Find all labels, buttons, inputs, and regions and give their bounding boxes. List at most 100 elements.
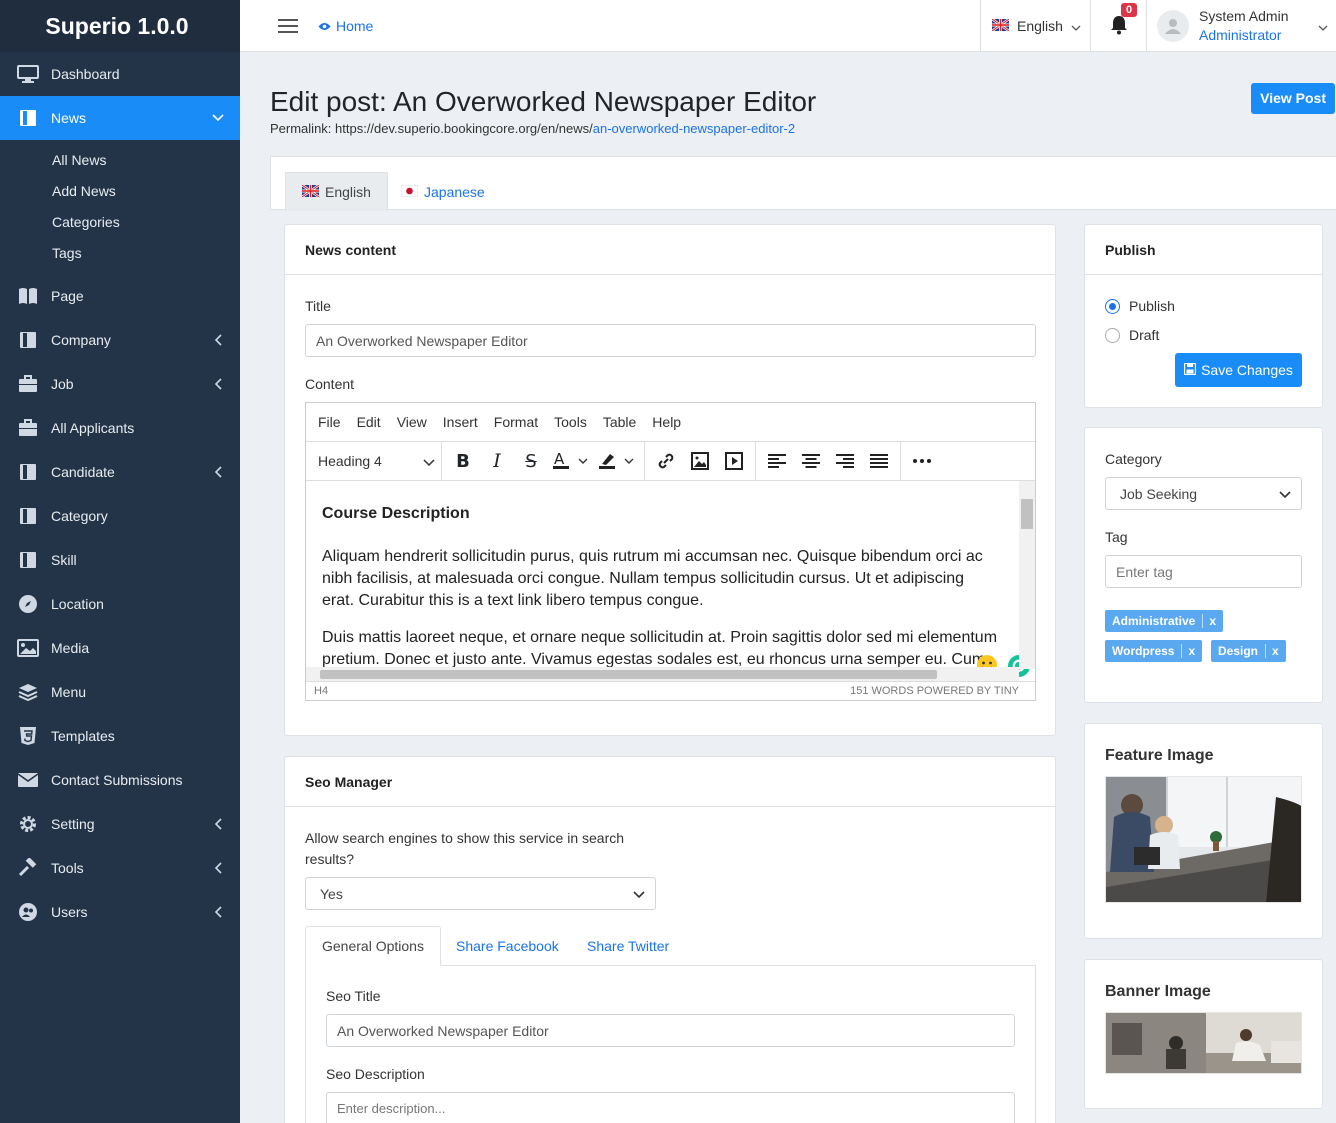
bold-icon[interactable]: B xyxy=(446,444,480,478)
strikethrough-icon[interactable]: S xyxy=(514,444,548,478)
bell-icon xyxy=(1109,15,1129,38)
user-menu[interactable]: System Admin Administrator xyxy=(1146,0,1336,52)
tag-label: Tag xyxy=(1105,529,1128,545)
home-link[interactable]: Home xyxy=(318,18,373,34)
editor-horizontal-scrollbar[interactable] xyxy=(306,667,1019,681)
hamburger-menu-icon[interactable] xyxy=(278,18,298,33)
seo-description-input[interactable]: Enter description... xyxy=(326,1092,1015,1123)
element-path[interactable]: H4 xyxy=(314,685,328,697)
tab-share-facebook[interactable]: Share Facebook xyxy=(440,926,575,966)
editor-menu-tools[interactable]: Tools xyxy=(554,414,587,430)
align-justify-icon[interactable] xyxy=(862,444,896,478)
permalink-slug-link[interactable]: an-overworked-newspaper-editor-2 xyxy=(593,121,795,136)
editor-menu-insert[interactable]: Insert xyxy=(443,414,478,430)
sidebar-item-media[interactable]: Media xyxy=(0,626,240,670)
editor-menu-table[interactable]: Table xyxy=(603,414,636,430)
sidebar-item-contact-submissions[interactable]: Contact Submissions xyxy=(0,758,240,802)
title-input[interactable]: An Overworked Newspaper Editor xyxy=(305,324,1036,357)
sidebar-subitem-tags[interactable]: Tags xyxy=(0,237,240,268)
editor-menu-file[interactable]: File xyxy=(318,414,341,430)
sidebar-item-category[interactable]: Category xyxy=(0,494,240,538)
sidebar-item-job[interactable]: Job xyxy=(0,362,240,406)
sidebar-item-label: Candidate xyxy=(51,464,115,480)
radio-button[interactable] xyxy=(1105,298,1120,314)
radio-button[interactable] xyxy=(1105,327,1120,343)
sidebar-subitem-categories[interactable]: Categories xyxy=(0,206,240,237)
tab-share-twitter[interactable]: Share Twitter xyxy=(571,926,685,966)
view-post-button[interactable]: View Post xyxy=(1251,83,1335,114)
sidebar: Superio 1.0.0 Dashboard News All News Ad… xyxy=(0,0,240,1123)
tab-english[interactable]: English xyxy=(285,172,388,211)
seo-title-input[interactable]: An Overworked Newspaper Editor xyxy=(326,1014,1015,1047)
page-header: Edit post: An Overworked Newspaper Edito… xyxy=(270,83,1336,136)
tab-japanese[interactable]: Japanese xyxy=(385,172,501,211)
align-center-icon[interactable] xyxy=(794,444,828,478)
category-label: Category xyxy=(1105,451,1162,467)
category-select[interactable]: Job Seeking xyxy=(1105,477,1302,510)
brand-logo[interactable]: Superio 1.0.0 xyxy=(0,0,240,52)
notifications-button[interactable]: 0 xyxy=(1090,0,1146,52)
book-icon xyxy=(16,550,40,570)
eye-icon xyxy=(318,18,331,34)
title-label: Title xyxy=(305,298,331,314)
sidebar-subitem-add-news[interactable]: Add News xyxy=(0,175,240,206)
sidebar-item-dashboard[interactable]: Dashboard xyxy=(0,52,240,96)
cog-icon xyxy=(16,814,40,834)
sidebar-item-page[interactable]: Page xyxy=(0,274,240,318)
language-label: English xyxy=(1017,18,1063,34)
editor-menu-format[interactable]: Format xyxy=(494,414,538,430)
link-icon[interactable] xyxy=(649,444,683,478)
sidebar-item-label: Users xyxy=(51,904,88,920)
italic-icon[interactable]: I xyxy=(480,444,514,478)
uk-flag-icon xyxy=(991,18,1010,34)
allow-search-select[interactable]: Yes xyxy=(305,877,656,910)
banner-image[interactable] xyxy=(1105,1012,1302,1074)
remove-tag-icon[interactable]: x xyxy=(1202,614,1216,628)
sidebar-item-menu[interactable]: Menu xyxy=(0,670,240,714)
block-format-dropdown[interactable]: Heading 4 xyxy=(306,441,442,481)
content-heading: Course Description xyxy=(322,505,470,522)
sidebar-item-templates[interactable]: Templates xyxy=(0,714,240,758)
hammer-icon xyxy=(16,858,40,878)
sidebar-item-users[interactable]: Users xyxy=(0,890,240,934)
sidebar-item-location[interactable]: Location xyxy=(0,582,240,626)
image-icon[interactable] xyxy=(683,444,717,478)
chevron-left-icon xyxy=(212,906,224,918)
editor-vertical-scrollbar[interactable] xyxy=(1019,481,1035,669)
highlight-color-icon[interactable] xyxy=(594,444,640,478)
editor-menu-view[interactable]: View xyxy=(397,414,427,430)
sidebar-item-setting[interactable]: Setting xyxy=(0,802,240,846)
more-icon[interactable] xyxy=(905,444,939,478)
align-right-icon[interactable] xyxy=(828,444,862,478)
save-changes-button[interactable]: Save Changes xyxy=(1175,353,1302,387)
allow-search-label: Allow search engines to show this servic… xyxy=(305,830,625,867)
sidebar-subitem-all-news[interactable]: All News xyxy=(0,144,240,175)
remove-tag-icon[interactable]: x xyxy=(1265,644,1279,658)
sidebar-item-skill[interactable]: Skill xyxy=(0,538,240,582)
japan-flag-icon xyxy=(400,184,419,200)
sidebar-item-candidate[interactable]: Candidate xyxy=(0,450,240,494)
briefcase-icon xyxy=(16,418,40,438)
feature-image[interactable] xyxy=(1105,776,1302,903)
editor-menu-edit[interactable]: Edit xyxy=(357,414,381,430)
tab-general-options[interactable]: General Options xyxy=(305,926,441,966)
text-color-icon[interactable]: A xyxy=(548,444,594,478)
sidebar-item-news[interactable]: News xyxy=(0,96,240,140)
media-icon[interactable] xyxy=(717,444,751,478)
editor-menubar: File Edit View Insert Format Tools Table… xyxy=(306,403,1035,442)
language-selector[interactable]: English xyxy=(980,0,1090,52)
align-left-icon[interactable] xyxy=(760,444,794,478)
topbar-right: English 0 System Admin Administrator xyxy=(980,0,1336,52)
tag-input[interactable]: Enter tag xyxy=(1105,555,1302,588)
editor-menu-help[interactable]: Help xyxy=(652,414,681,430)
sidebar-item-all-applicants[interactable]: All Applicants xyxy=(0,406,240,450)
radio-publish[interactable]: Publish xyxy=(1105,298,1175,314)
tag-chip-wordpress: Wordpress x xyxy=(1105,640,1203,662)
editor-content-area[interactable]: Course Description Aliquam hendrerit sol… xyxy=(306,481,1035,669)
sidebar-item-company[interactable]: Company xyxy=(0,318,240,362)
sidebar-item-tools[interactable]: Tools xyxy=(0,846,240,890)
users-icon xyxy=(16,902,40,922)
radio-draft[interactable]: Draft xyxy=(1105,327,1159,343)
remove-tag-icon[interactable]: x xyxy=(1181,644,1195,658)
save-icon xyxy=(1183,362,1197,378)
